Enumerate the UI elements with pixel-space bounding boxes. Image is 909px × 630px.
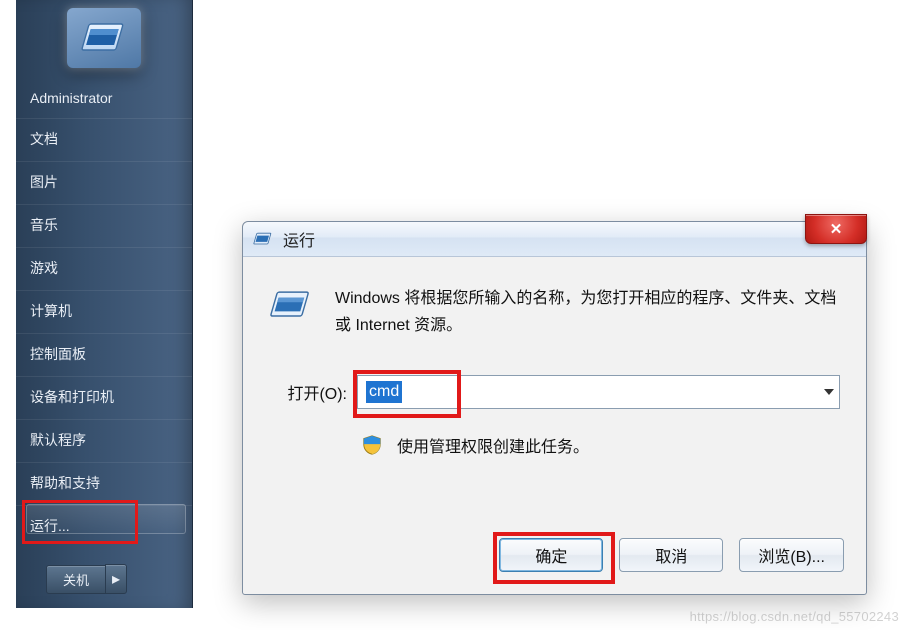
chevron-down-icon[interactable] <box>824 389 834 395</box>
close-icon: ✕ <box>830 220 843 238</box>
start-menu-item-pictures[interactable]: 图片 <box>16 161 192 204</box>
close-button[interactable]: ✕ <box>805 214 867 244</box>
run-open-input-selected-text: cmd <box>366 381 402 403</box>
shutdown-button[interactable]: 关机 <box>46 565 105 594</box>
start-menu-item-controlpanel[interactable]: 控制面板 <box>16 333 192 376</box>
run-open-label: 打开(O): <box>269 380 347 404</box>
start-menu-item-help[interactable]: 帮助和支持 <box>16 462 192 505</box>
run-button-row: 确定 取消 浏览(B)... <box>499 538 844 572</box>
start-menu-item-music[interactable]: 音乐 <box>16 204 192 247</box>
shutdown-row: 关机 ▸ <box>46 564 127 594</box>
run-description-text: Windows 将根据您所输入的名称，为您打开相应的程序、文件夹、文档或 Int… <box>335 285 840 339</box>
uac-shield-icon <box>361 434 383 456</box>
run-dialog-body: Windows 将根据您所输入的名称，为您打开相应的程序、文件夹、文档或 Int… <box>243 257 866 457</box>
run-dialog-title-icon <box>253 231 273 247</box>
ok-button[interactable]: 确定 <box>499 538 603 572</box>
run-dialog: 运行 ✕ Windows 将根据您所输入的名称，为您打开相应的程序、文件夹、文档… <box>242 221 867 595</box>
user-avatar-wrap <box>16 0 192 68</box>
start-menu-item-computer[interactable]: 计算机 <box>16 290 192 333</box>
run-open-combobox[interactable]: cmd <box>357 375 840 409</box>
start-menu-user[interactable]: Administrator <box>16 86 192 118</box>
run-dialog-title: 运行 <box>283 227 315 251</box>
watermark-text: https://blog.csdn.net/qd_55702243 <box>690 609 899 624</box>
start-menu-item-run-hover <box>26 504 186 534</box>
start-menu-item-games[interactable]: 游戏 <box>16 247 192 290</box>
run-description-row: Windows 将根据您所输入的名称，为您打开相应的程序、文件夹、文档或 Int… <box>269 285 840 339</box>
run-dialog-titlebar[interactable]: 运行 ✕ <box>243 222 866 257</box>
start-menu-item-documents[interactable]: 文档 <box>16 118 192 161</box>
start-menu-list: Administrator 文档 图片 音乐 游戏 计算机 控制面板 设备和打印… <box>16 86 192 548</box>
browse-button[interactable]: 浏览(B)... <box>739 538 844 572</box>
run-uac-row: 使用管理权限创建此任务。 <box>361 433 840 457</box>
run-open-row: 打开(O): cmd <box>269 375 840 409</box>
start-menu-item-defaultprograms[interactable]: 默认程序 <box>16 419 192 462</box>
start-menu-item-devices[interactable]: 设备和打印机 <box>16 376 192 419</box>
run-open-input[interactable] <box>357 375 840 409</box>
shutdown-options-button[interactable]: ▸ <box>105 564 127 594</box>
ok-button-wrap: 确定 <box>499 538 603 572</box>
run-uac-text: 使用管理权限创建此任务。 <box>397 433 589 457</box>
user-avatar[interactable] <box>67 8 141 68</box>
run-program-icon <box>80 21 128 55</box>
cancel-button[interactable]: 取消 <box>619 538 723 572</box>
run-dialog-icon <box>269 285 313 325</box>
